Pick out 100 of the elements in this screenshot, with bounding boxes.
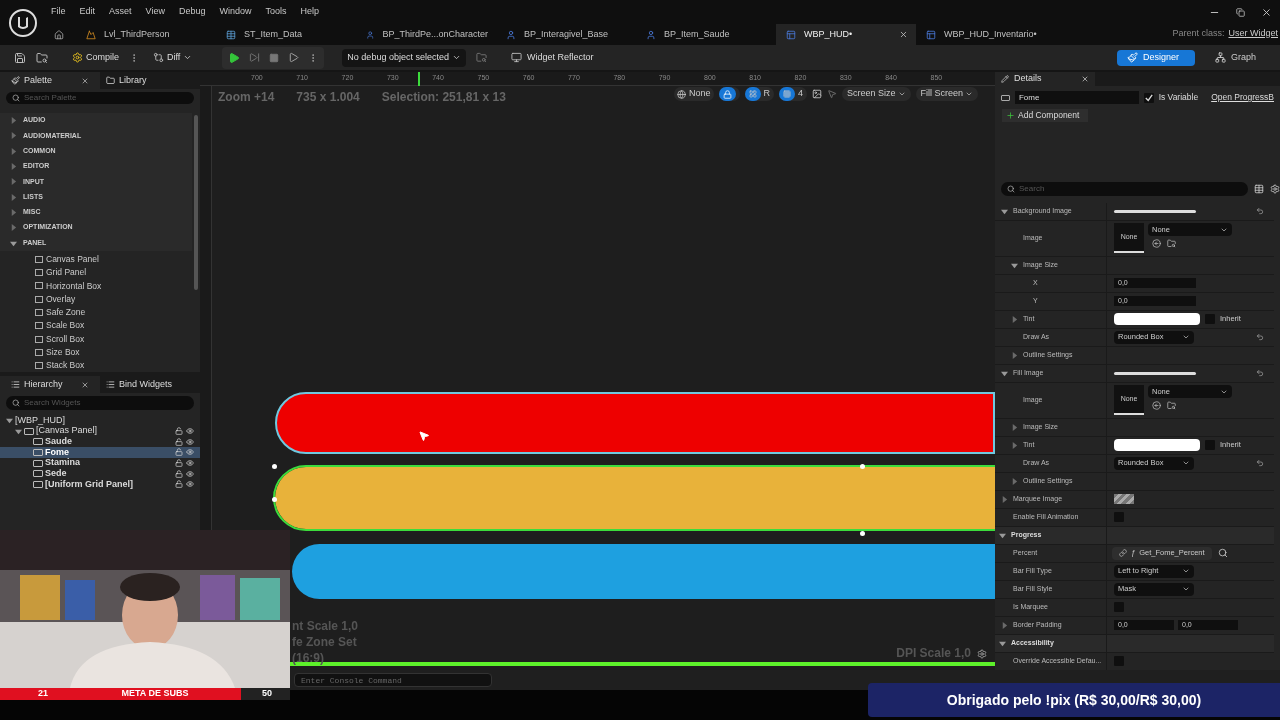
mode-button[interactable]: Graph: [1205, 49, 1266, 66]
respect-locks-toggle[interactable]: R: [744, 87, 774, 101]
stop-icon[interactable]: [269, 52, 280, 63]
toggle-indicator[interactable]: [779, 87, 795, 101]
menu-item[interactable]: View: [138, 5, 172, 19]
visibility-icon[interactable]: [186, 459, 194, 468]
resize-handle[interactable]: [860, 531, 865, 536]
dock-tab[interactable]: Library: [100, 72, 153, 89]
lock-icon[interactable]: [175, 448, 183, 457]
close-icon[interactable]: [1261, 6, 1272, 18]
document-tab[interactable]: ST_Item_Data: [216, 24, 356, 45]
color-swatch[interactable]: [1114, 313, 1200, 325]
menu-item[interactable]: File: [46, 5, 73, 19]
compile-button[interactable]: Compile: [72, 50, 119, 65]
hierarchy-item[interactable]: Sede: [0, 468, 200, 480]
lock-icon[interactable]: [175, 469, 183, 478]
dock-tab[interactable]: Palette: [0, 72, 100, 89]
palette-widget[interactable]: Scale Box: [0, 319, 200, 333]
toggle-indicator[interactable]: [718, 87, 736, 101]
lock-icon[interactable]: [175, 459, 183, 468]
console-input[interactable]: Enter Console Command: [294, 673, 492, 687]
expand-arrow-icon[interactable]: [15, 427, 22, 435]
hierarchy-item[interactable]: Stamina: [0, 457, 200, 469]
diff-button[interactable]: Diff: [153, 50, 193, 65]
browse-icon[interactable]: [36, 51, 48, 64]
reset-icon[interactable]: [1256, 333, 1264, 341]
expand-arrow-icon[interactable]: [1011, 477, 1018, 485]
menu-item[interactable]: Help: [293, 5, 326, 19]
palette-widget[interactable]: Stack Box: [0, 359, 200, 373]
resize-handle[interactable]: [272, 464, 277, 469]
reset-icon[interactable]: [1256, 369, 1264, 377]
search-field[interactable]: Search: [1001, 181, 1248, 196]
expand-arrow-icon[interactable]: [1011, 261, 1018, 269]
settings-icon[interactable]: [1270, 183, 1280, 194]
use-selected-icon[interactable]: [1152, 239, 1161, 248]
expand-arrow-icon[interactable]: [10, 147, 17, 155]
document-tab[interactable]: BP_Item_Saude: [636, 24, 776, 45]
search-icon[interactable]: [12, 399, 20, 407]
resize-handle[interactable]: [272, 497, 277, 502]
reset-icon[interactable]: [1256, 459, 1264, 467]
grid-snap-toggle[interactable]: 4: [779, 87, 808, 101]
close-icon[interactable]: [1081, 74, 1089, 83]
screen-size-dropdown[interactable]: Screen Size: [842, 87, 911, 101]
table-view-icon[interactable]: [1254, 183, 1264, 194]
menu-item[interactable]: Debug: [171, 5, 213, 19]
widget-reflector-button[interactable]: Widget Reflector: [510, 50, 594, 65]
browse-icon[interactable]: [1167, 401, 1176, 410]
open-class-link[interactable]: Open ProgressB: [1211, 91, 1274, 104]
restore-icon[interactable]: [1236, 7, 1245, 17]
color-swatch[interactable]: [1114, 439, 1200, 451]
dock-tab[interactable]: Hierarchy: [0, 376, 100, 393]
hierarchy-item[interactable]: Fome: [0, 447, 200, 458]
expand-arrow-icon[interactable]: [999, 639, 1006, 647]
menu-item[interactable]: Window: [212, 5, 259, 19]
visibility-icon[interactable]: [186, 437, 194, 446]
document-tab[interactable]: WBP_HUD•: [776, 24, 916, 45]
palette-widget[interactable]: Safe Zone: [0, 305, 200, 320]
search-field[interactable]: Search Widgets: [6, 396, 194, 410]
visibility-icon[interactable]: [186, 448, 194, 457]
settings-icon[interactable]: [977, 649, 987, 659]
visibility-icon[interactable]: [186, 469, 194, 478]
checkbox[interactable]: [1143, 92, 1154, 103]
palette-widget[interactable]: Grid Panel: [0, 265, 200, 280]
close-icon[interactable]: [81, 76, 89, 85]
expand-arrow-icon[interactable]: [1011, 315, 1018, 323]
add-component-button[interactable]: Add Component: [1002, 108, 1088, 122]
search-icon[interactable]: [12, 94, 20, 102]
expand-arrow-icon[interactable]: [1001, 621, 1008, 629]
lock-icon[interactable]: [175, 437, 183, 446]
expand-arrow-icon[interactable]: [10, 239, 17, 247]
lock-icon[interactable]: [175, 427, 183, 436]
visibility-icon[interactable]: [186, 427, 194, 436]
localization-button[interactable]: None: [674, 87, 714, 101]
hierarchy-item[interactable]: [Uniform Grid Panel]: [0, 479, 200, 490]
menu-item[interactable]: Tools: [258, 5, 294, 19]
document-tab[interactable]: BP_Interagivel_Base: [496, 24, 636, 45]
menu-item[interactable]: Edit: [72, 5, 103, 19]
close-icon[interactable]: [899, 30, 908, 39]
home-icon[interactable]: [54, 30, 64, 40]
debug-object-dropdown[interactable]: No debug object selected: [342, 48, 466, 67]
step-icon[interactable]: [249, 52, 261, 63]
dock-tab[interactable]: Details: [995, 72, 1095, 86]
search-input[interactable]: Search: [1019, 182, 1242, 195]
image-icon[interactable]: [812, 89, 823, 99]
expand-arrow-icon[interactable]: [1011, 351, 1018, 359]
hierarchy-item[interactable]: [WBP_HUD]: [0, 415, 200, 426]
search-icon[interactable]: [1007, 184, 1015, 193]
expand-arrow-icon[interactable]: [1001, 369, 1008, 377]
palette-widget[interactable]: Horizontal Box: [0, 279, 200, 293]
resize-handle[interactable]: [860, 464, 865, 469]
save-icon[interactable]: [14, 51, 26, 64]
expand-arrow-icon[interactable]: [10, 193, 17, 201]
document-tab[interactable]: BP_ThirdPe...onCharacter: [356, 24, 496, 45]
palette-widget[interactable]: Size Box: [0, 345, 200, 360]
search-icon[interactable]: [1217, 548, 1228, 558]
parent-class-link[interactable]: User Widget: [1228, 26, 1278, 40]
play-icon[interactable]: [228, 51, 241, 64]
hierarchy-item[interactable]: [Canvas Panel]: [0, 425, 200, 437]
document-tab[interactable]: WBP_HUD_Inventario•: [916, 24, 1056, 45]
toggle-indicator[interactable]: [744, 87, 761, 101]
